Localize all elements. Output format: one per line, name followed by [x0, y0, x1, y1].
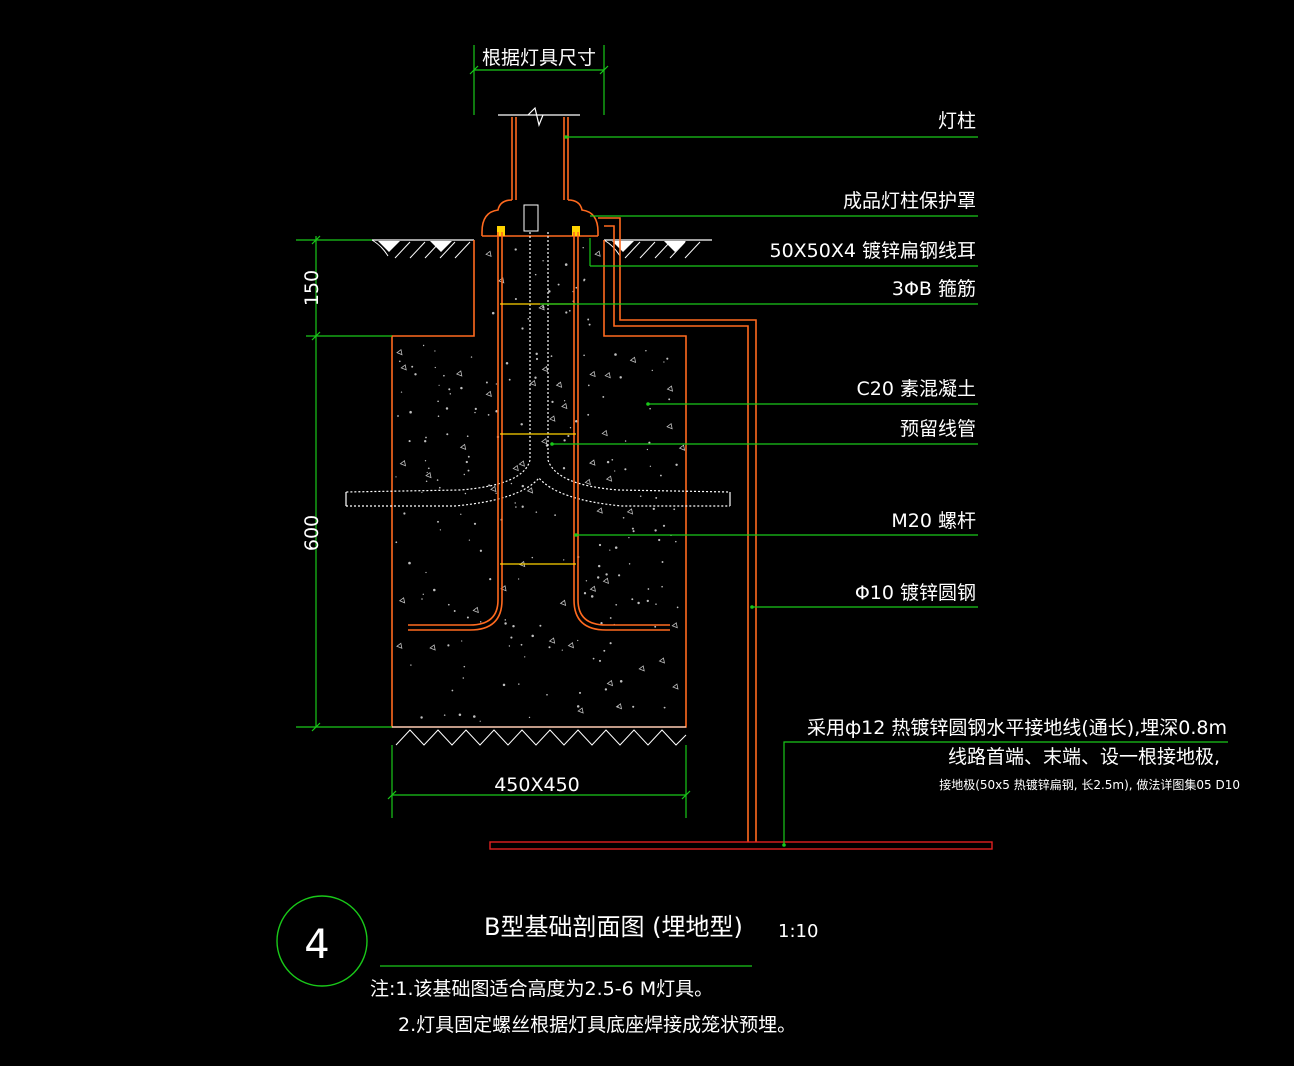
top-width-dimension: 根据灯具尺寸 [469, 45, 609, 115]
lamp-pole [498, 106, 580, 200]
base-width-label: 450X450 [494, 774, 580, 796]
drawing-title: B型基础剖面图 (埋地型) [484, 913, 743, 941]
label-concrete: C20 素混凝土 [857, 378, 976, 400]
label-steel-lug: 50X50X4 镀锌扁钢线耳 [769, 240, 976, 262]
ground-note-line1: 采用ф12 热镀锌圆钢水平接地线(通长),埋深0.8m [807, 717, 1227, 739]
note-2: 2.灯具固定螺丝根据灯具底座焊接成笼状预埋。 [398, 1014, 796, 1036]
label-lamp-pole: 灯柱 [938, 110, 976, 132]
label-anchor-bolt: M20 螺杆 [891, 510, 976, 532]
gravel-base [392, 726, 687, 746]
label-stirrup: 3ΦB 箍筋 [892, 278, 976, 300]
label-protective-cover: 成品灯柱保护罩 [843, 190, 976, 212]
horizontal-ground-wire [489, 841, 993, 850]
foundation-section-drawing: 根据灯具尺寸 150 600 450X450 灯柱 成品灯柱保护罩 50X50X… [276, 45, 1240, 1036]
detail-number: 4 [304, 922, 329, 968]
label-conduit: 预留线管 [900, 418, 976, 440]
base-width-dimension: 450X450 [387, 745, 691, 818]
top-width-label: 根据灯具尺寸 [482, 47, 596, 69]
grounding-note: 采用ф12 热镀锌圆钢水平接地线(通长),埋深0.8m 线路首端、末端、设一根接… [782, 717, 1240, 847]
pole-protective-cover [481, 199, 599, 237]
depth-upper-label: 150 [301, 270, 323, 306]
note-1: 注:1.该基础图适合高度为2.5-6 M灯具。 [370, 978, 713, 1000]
ground-note-line2: 线路首端、末端、设一根接地极, [948, 746, 1220, 768]
ground-note-line3: 接地极(50x5 热镀锌扁钢, 长2.5m), 做法详图集05 D10 [939, 777, 1240, 792]
ground-surface [371, 239, 712, 259]
depth-dimensions: 150 600 [296, 235, 392, 732]
concrete-foundation [391, 240, 687, 728]
m20-anchor-bolts [408, 232, 670, 631]
depth-lower-label: 600 [301, 515, 323, 551]
notes: 注:1.该基础图适合高度为2.5-6 M灯具。 2.灯具固定螺丝根据灯具底座焊接… [370, 978, 796, 1036]
drawing-scale: 1:10 [778, 921, 818, 942]
title-block: 4 B型基础剖面图 (埋地型) 1:10 [276, 895, 818, 987]
leader-labels: 灯柱 成品灯柱保护罩 50X50X4 镀锌扁钢线耳 3ΦB 箍筋 C20 素混凝… [769, 110, 976, 604]
label-round-steel: Φ10 镀锌圆钢 [855, 582, 976, 604]
